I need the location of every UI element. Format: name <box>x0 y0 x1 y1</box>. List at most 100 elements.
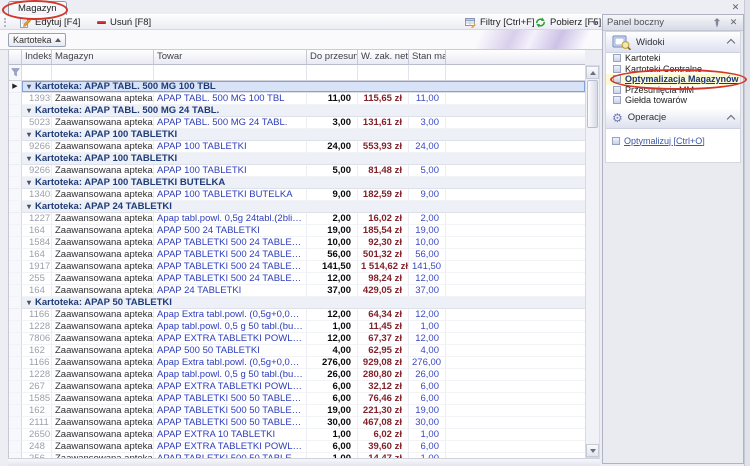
cell-przes: 12,00 <box>307 273 358 285</box>
pin-icon[interactable] <box>713 18 724 28</box>
column-header-netto[interactable]: W. zak. netto <box>358 50 409 65</box>
table-row[interactable]: 1166Zaawansowana apteka 3Apap Extra tabl… <box>9 309 585 321</box>
filter-cell-towar[interactable] <box>154 65 307 81</box>
table-row[interactable]: 9266Zaawansowana apteka 5APAP 100 TABLET… <box>9 165 585 177</box>
table-row[interactable]: 164Zaawansowana apteka 4APAP TABLETKI 50… <box>9 249 585 261</box>
row-indicator <box>9 165 22 177</box>
filter-cell-magazyn[interactable] <box>52 65 154 81</box>
panel-close-icon[interactable]: ✕ <box>728 16 739 29</box>
cell-indeks: 1228 <box>22 321 52 333</box>
column-header-magazyn[interactable]: Magazyn <box>52 50 154 65</box>
group-row[interactable]: ▾Kartoteka: APAP 50 TABLETKI <box>9 297 585 309</box>
optimize-link[interactable]: Optymalizuj [Ctrl+O] <box>606 135 740 147</box>
cell-przes: 37,00 <box>307 285 358 297</box>
views-section-header[interactable]: Widoki <box>606 32 740 53</box>
table-row[interactable]: 164Zaawansowana apteka 17APAP 24 TABLETK… <box>9 285 585 297</box>
table-row[interactable]: 255Zaawansowana apteka 18APAP TABLETKI 5… <box>9 273 585 285</box>
side-panel: Panel boczny ✕ Widoki KartotekiKartoteki… <box>602 14 744 464</box>
row-indicator <box>9 429 22 441</box>
cell-netto: 131,61 zł <box>358 117 409 129</box>
group-row[interactable]: ▾Kartoteka: APAP 24 TABLETKI <box>9 201 585 213</box>
cell-filler <box>446 381 585 393</box>
grid-filter-row[interactable] <box>9 65 585 81</box>
sidebar-item-kartoteki-centralne[interactable]: Kartoteki Centralne <box>606 64 740 75</box>
table-row[interactable]: 164Zaawansowana apteka 14APAP 500 24 TAB… <box>9 225 585 237</box>
group-collapse-icon[interactable]: ▾ <box>27 153 31 165</box>
cell-netto: 62,95 zł <box>358 345 409 357</box>
sidebar-item-przesuni-cia-mm[interactable]: Przesunięcia MM <box>606 85 740 96</box>
table-row[interactable]: 9266Zaawansowana apteka 6APAP 100 TABLET… <box>9 141 585 153</box>
table-row[interactable]: 2111Zaawansowana apteka 16APAP TABLETKI … <box>9 417 585 429</box>
cell-netto: 185,54 zł <box>358 225 409 237</box>
cell-magazyn: Zaawansowana apteka 14 <box>52 333 154 345</box>
sidebar-item-kartoteki[interactable]: Kartoteki <box>606 53 740 64</box>
sidebar-item-gie-da-towar-w[interactable]: Giełda towarów <box>606 95 740 106</box>
fetch-dropdown[interactable] <box>592 16 598 29</box>
horizontal-scrollbar[interactable] <box>8 458 600 466</box>
column-header-przes[interactable]: Do przesunięcia <box>307 50 358 65</box>
cell-stan: 1,00 <box>409 429 446 441</box>
scroll-down-button[interactable] <box>586 444 599 457</box>
group-collapse-icon[interactable]: ▾ <box>27 297 31 309</box>
filters-button[interactable]: Filtry [Ctrl+F] <box>465 16 535 29</box>
table-row[interactable]: 1166Zaawansowana apteka 6Apap Extra tabl… <box>9 357 585 369</box>
cell-przes: 2,00 <box>307 213 358 225</box>
table-row[interactable]: 5023Zaawansowana apteka 6APAP TABL. 500 … <box>9 117 585 129</box>
vertical-scrollbar[interactable] <box>585 65 600 458</box>
cell-magazyn: Zaawansowana apteka 4 <box>52 405 154 417</box>
table-row[interactable]: 162Zaawansowana apteka 4APAP TABLETKI 50… <box>9 405 585 417</box>
cell-filler <box>446 117 585 129</box>
scroll-up-button[interactable] <box>586 66 599 79</box>
delete-button[interactable]: Usuń [F8] <box>97 16 151 29</box>
table-row[interactable]: 267Zaawansowana apteka 15APAP EXTRA TABL… <box>9 381 585 393</box>
table-row[interactable]: 13935Zaawansowana apteka 6APAP TABL. 500… <box>9 93 585 105</box>
group-label: Kartoteka: APAP 100 TABLETKI <box>35 129 177 140</box>
group-collapse-icon[interactable]: ▾ <box>27 105 31 117</box>
filter-cell-netto[interactable] <box>358 65 409 81</box>
group-collapse-icon[interactable]: ▾ <box>27 177 31 189</box>
row-indicator <box>9 249 22 261</box>
group-collapse-icon[interactable]: ▾ <box>27 201 31 213</box>
operations-section-header[interactable]: ⚙ Operacje <box>606 108 740 129</box>
cell-stan: 11,00 <box>409 93 446 105</box>
cell-stan: 9,00 <box>409 189 446 201</box>
group-collapse-icon[interactable]: ▾ <box>27 129 31 141</box>
group-row[interactable]: ▶▾Kartoteka: APAP TABL. 500 MG 100 TBL <box>9 81 585 93</box>
table-row[interactable]: 1917Zaawansowana apteka 16APAP TABLETKI … <box>9 261 585 273</box>
table-row[interactable]: 13403Zaawansowana apteka 17APAP 100 TABL… <box>9 189 585 201</box>
table-row[interactable]: 162Zaawansowana apteka 14APAP 500 50 TAB… <box>9 345 585 357</box>
groupby-bar: Kartoteka <box>0 30 602 50</box>
filter-cell-stan[interactable] <box>409 65 446 81</box>
cell-stan: 6,00 <box>409 393 446 405</box>
column-header-indeks[interactable]: Indeks <box>22 50 52 65</box>
column-header-stan[interactable]: Stan mag. <box>409 50 446 65</box>
filter-cell-przes[interactable] <box>307 65 358 81</box>
filter-cell-indeks[interactable] <box>22 65 52 81</box>
cell-magazyn: Zaawansowana apteka 14 <box>52 225 154 237</box>
edit-button[interactable]: Edytuj [F4] <box>20 16 80 29</box>
table-row[interactable]: 1585Zaawansowana apteka 15APAP TABLETKI … <box>9 393 585 405</box>
table-row[interactable]: 1228Zaawansowana apteka 3Apap tabl.powl.… <box>9 321 585 333</box>
group-row[interactable]: ▾ Kartoteka: APAP 100 TABLETKI <box>9 129 585 141</box>
scrollbar-thumb[interactable] <box>587 80 598 128</box>
table-row[interactable]: 1584Zaawansowana apteka 15APAP TABLETKI … <box>9 237 585 249</box>
view-item-icon <box>613 75 621 83</box>
side-panel-title: Panel boczny <box>607 17 709 28</box>
group-collapse-icon[interactable]: ▾ <box>27 81 31 93</box>
column-header-towar[interactable]: Towar <box>154 50 307 65</box>
table-row[interactable]: 2650Zaawansowana apteka 16APAP EXTRA 10 … <box>9 429 585 441</box>
cell-indeks: 255 <box>22 273 52 285</box>
close-icon[interactable]: ✕ <box>729 1 742 13</box>
table-row[interactable]: 1227Zaawansowana apteka 3Apap tabl.powl.… <box>9 213 585 225</box>
group-row[interactable]: ▾Kartoteka: APAP 100 TABLETKI BUTELKA <box>9 177 585 189</box>
table-row[interactable]: 248Zaawansowana apteka 18APAP EXTRA TABL… <box>9 441 585 453</box>
group-row[interactable]: ▾Kartoteka: APAP TABL. 500 MG 24 TABL. <box>9 105 585 117</box>
cell-przes: 26,00 <box>307 369 358 381</box>
sidebar-item-optymalizacja-magazyn-w[interactable]: Optymalizacja Magazynów <box>606 74 740 85</box>
toolbar-grip[interactable] <box>4 18 8 27</box>
groupby-kartoteka-button[interactable]: Kartoteka <box>8 33 66 47</box>
tab-magazyn[interactable]: Magazyn <box>8 1 67 15</box>
group-row[interactable]: ▾Kartoteka: APAP 100 TABLETKI <box>9 153 585 165</box>
table-row[interactable]: 1228Zaawansowana apteka 6Apap tabl.powl.… <box>9 369 585 381</box>
table-row[interactable]: 7806Zaawansowana apteka 14APAP EXTRA TAB… <box>9 333 585 345</box>
